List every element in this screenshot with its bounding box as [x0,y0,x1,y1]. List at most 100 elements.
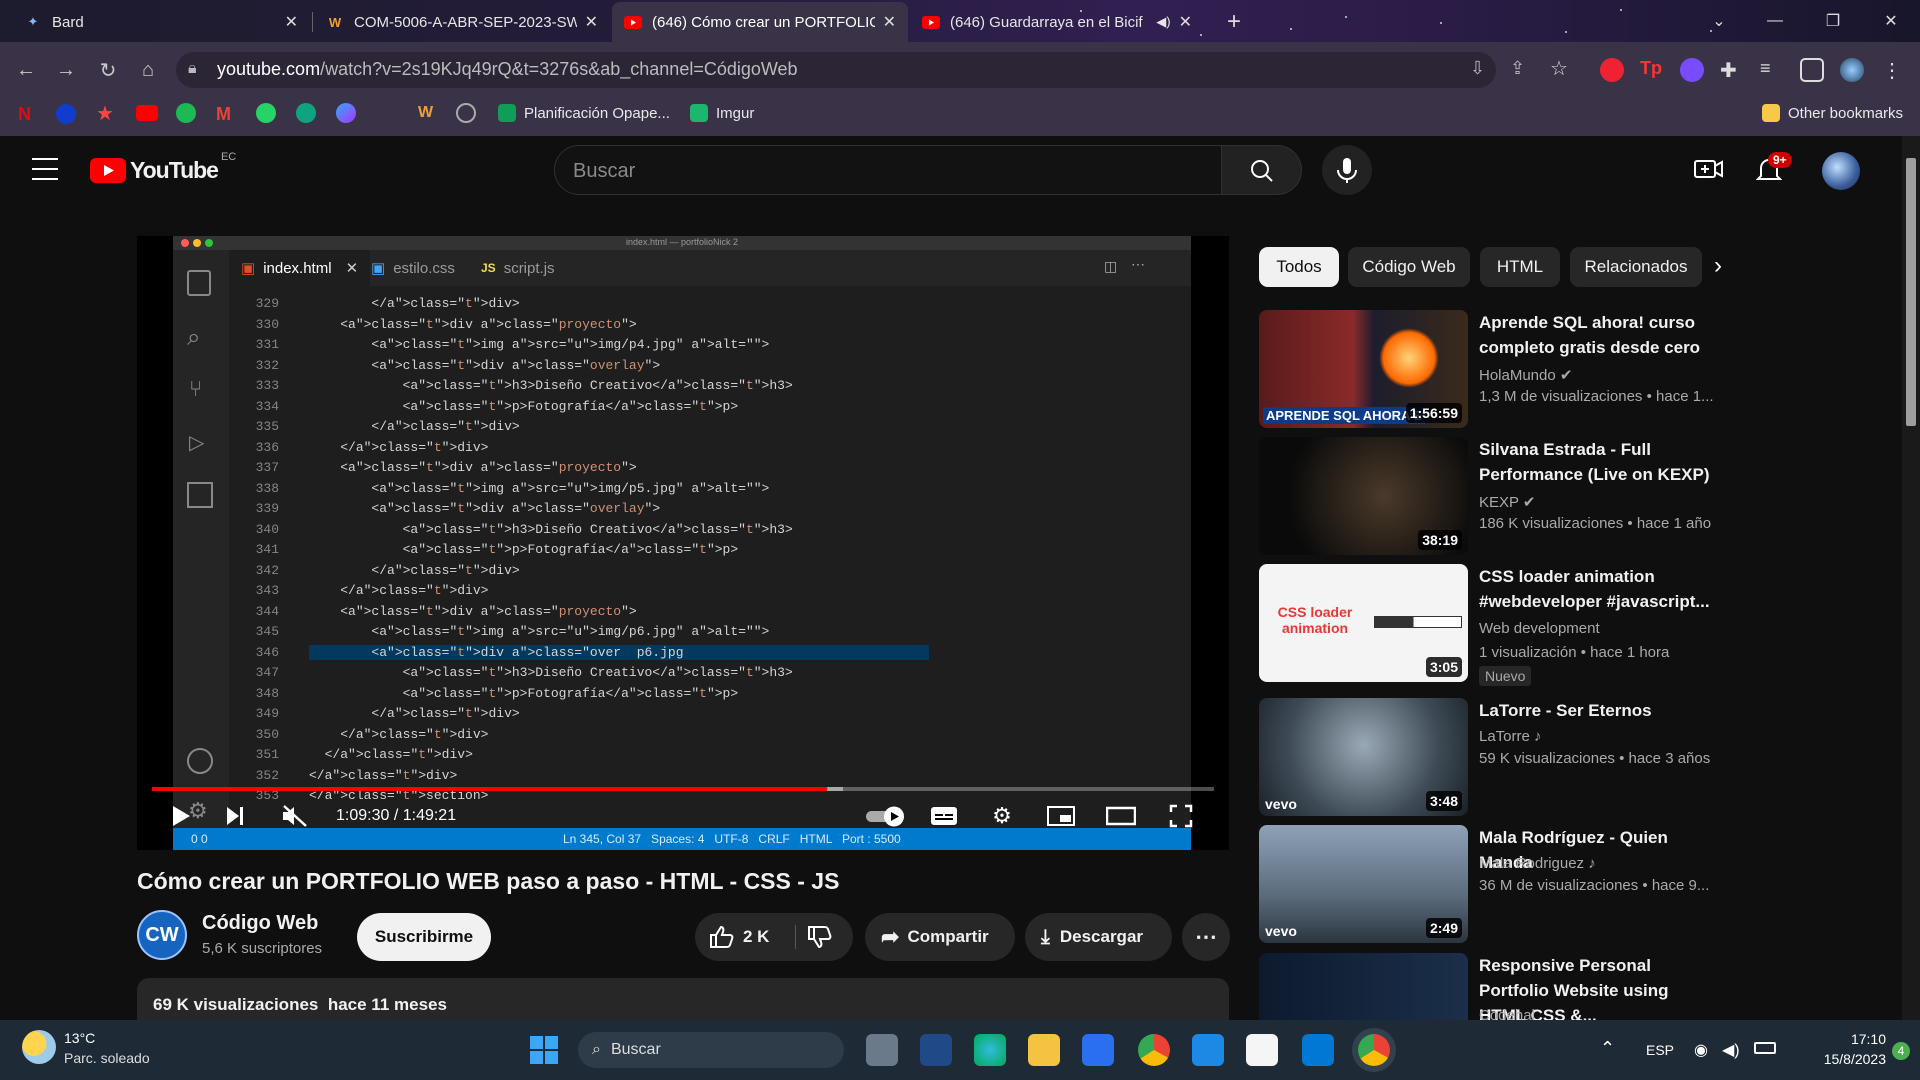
edge-icon[interactable] [974,1034,1006,1066]
theater-mode-button[interactable] [1099,796,1143,836]
like-button[interactable] [709,925,735,954]
moodle-bookmark-icon[interactable]: W [418,104,433,122]
bookmark-star-icon[interactable]: ☆ [1550,56,1568,81]
recommendation-item[interactable]: APRENDE SQL AHORA E 1:56:59 Aprende SQL … [1259,310,1719,430]
new-tab-button[interactable]: + [1218,6,1250,38]
close-icon[interactable]: ✕ [883,12,896,32]
video-thumbnail[interactable]: vevo 2:49 [1259,825,1468,943]
tray-chevron-icon[interactable]: ⌃ [1600,1038,1615,1059]
weather-description[interactable]: Parc. soleado [64,1050,150,1066]
tab-search-icon[interactable]: ⌄ [1696,0,1742,42]
fullscreen-button[interactable] [1159,796,1203,836]
microsoft-store-icon[interactable] [1082,1034,1114,1066]
scrollbar-thumb[interactable] [1906,158,1916,426]
bookmark-imgur[interactable]: Imgur [690,102,754,124]
search-input[interactable] [554,145,1222,195]
video-thumbnail[interactable]: 38:19 [1259,437,1468,555]
recommendation-item[interactable]: CSS loader animation 3:05 CSS loader ani… [1259,564,1719,686]
spotify-icon[interactable] [176,103,196,123]
page-scrollbar[interactable] [1902,136,1920,1020]
recommendation-item[interactable]: 38:19 Silvana Estrada - Full Performance… [1259,437,1719,557]
video-thumbnail[interactable] [1259,953,1468,1020]
bookmark-other[interactable]: Other bookmarks [1762,102,1903,124]
whatsapp-icon[interactable] [256,103,276,123]
next-video-button[interactable] [217,796,253,836]
weather-icon[interactable] [22,1030,56,1064]
recommendation-channel[interactable]: HolaMundo ✔︎ [1479,366,1572,384]
tab-moodle[interactable]: W COM-5006-A-ABR-SEP-2023-SW ✕ [314,2,610,42]
recommendation-title[interactable]: CSS loader animation #webdeveloper #java… [1479,564,1719,614]
recommendation-channel[interactable]: LaTorre ♪ [1479,728,1542,745]
clock-date[interactable]: 15/8/2023 [1796,1051,1886,1067]
subtitles-button[interactable] [923,796,965,836]
more-actions-button[interactable]: ⋯ [1182,913,1230,961]
mute-button[interactable] [275,796,315,836]
canva-icon[interactable] [336,103,356,123]
settings-button[interactable]: ⚙ [981,796,1023,836]
hamburger-menu-icon[interactable] [32,158,58,180]
recommendation-item[interactable]: vevo 2:49 Mala Rodríguez - Quien Manda M… [1259,825,1719,945]
battery-icon[interactable] [1754,1042,1776,1054]
youtube-bookmark-icon[interactable] [136,105,158,121]
search-button[interactable] [1222,145,1302,195]
youtube-logo[interactable]: YouTube EC [90,151,236,184]
extension-purple-icon[interactable] [1680,58,1704,82]
recommendation-channel[interactable]: KEXP ✔︎ [1479,493,1536,511]
clock-time[interactable]: 17:10 [1826,1031,1886,1047]
recommendation-title[interactable]: LaTorre - Ser Eternos [1479,698,1719,723]
share-button[interactable]: ➦ Compartir [865,913,1015,961]
chrome-active-icon[interactable] [1358,1034,1390,1066]
windows-start-icon[interactable] [530,1036,558,1064]
recommendation-title[interactable]: Silvana Estrada - Full Performance (Live… [1479,437,1719,487]
close-window-icon[interactable]: ✕ [1868,0,1914,42]
subscribe-button[interactable]: Suscribirme [357,913,491,961]
home-icon[interactable]: ⌂ [134,56,162,84]
channel-avatar[interactable]: CW [137,910,187,960]
voice-search-button[interactable] [1322,145,1372,195]
weather-temp[interactable]: 13°C [64,1030,95,1046]
reload-icon[interactable]: ↻ [94,56,122,84]
video-player[interactable]: index.html — portfolioNick 2 ⌕ ⑂ ▷ ⚙ ▣ in… [137,236,1229,850]
file-explorer-icon[interactable] [1028,1034,1060,1066]
maximize-icon[interactable]: ❐ [1810,0,1856,42]
notification-count-badge[interactable]: 4 [1892,1042,1910,1060]
app-l-icon[interactable] [1192,1034,1224,1066]
miniplayer-button[interactable] [1039,796,1083,836]
notion-icon[interactable] [1246,1034,1278,1066]
chatgpt-icon[interactable] [296,103,316,123]
play-button[interactable] [161,796,201,836]
tab-youtube-guardarraya[interactable]: (646) Guardarraya en el Bicif ◀) ✕ [910,2,1204,42]
wifi-icon[interactable]: ◉ [1694,1040,1708,1060]
taskbar-search-box[interactable]: ⌕ Buscar [578,1032,844,1068]
globe-icon[interactable] [456,103,476,123]
side-panel-icon[interactable] [1800,58,1824,82]
recommendation-item[interactable]: Responsive Personal Portfolio Website us… [1259,953,1719,1020]
chip-codigo-web[interactable]: Código Web [1348,247,1470,287]
speaker-icon[interactable]: ◀) [1156,14,1170,30]
recommendation-title[interactable]: Aprende SQL ahora! curso completo gratis… [1479,310,1719,360]
forward-icon[interactable]: → [52,56,80,84]
vscode-icon[interactable] [1302,1034,1334,1066]
language-indicator[interactable]: ESP [1646,1042,1674,1058]
dislike-button[interactable] [807,925,833,954]
video-progress-bar[interactable] [152,787,828,791]
media-controls-icon[interactable]: ≡ [1760,58,1784,82]
close-icon[interactable]: ✕ [285,12,298,32]
minimize-icon[interactable]: — [1752,0,1798,42]
gmail-icon[interactable]: M [216,104,231,125]
channel-name[interactable]: Código Web [202,912,318,935]
chips-next-chevron-icon[interactable]: › [1714,252,1722,280]
autoplay-toggle[interactable] [861,796,911,836]
extensions-puzzle-icon[interactable]: ✚ [1720,58,1744,82]
close-icon[interactable]: ✕ [585,12,598,32]
extension-tp-icon[interactable]: Tp [1640,58,1664,82]
recommendation-channel[interactable]: Web development [1479,620,1600,637]
install-icon[interactable]: ⇩ [1470,58,1485,79]
star-bookmark-icon[interactable]: ★ [96,101,114,126]
video-thumbnail[interactable]: CSS loader animation 3:05 [1259,564,1468,682]
app-taskbar-icon[interactable] [920,1034,952,1066]
disney-icon[interactable] [56,104,76,124]
recommendation-channel[interactable]: Mala Rodriguez ♪ [1479,855,1596,872]
bookmark-planificacion[interactable]: Planificación Opape... [498,102,670,124]
chip-html[interactable]: HTML [1480,247,1560,287]
